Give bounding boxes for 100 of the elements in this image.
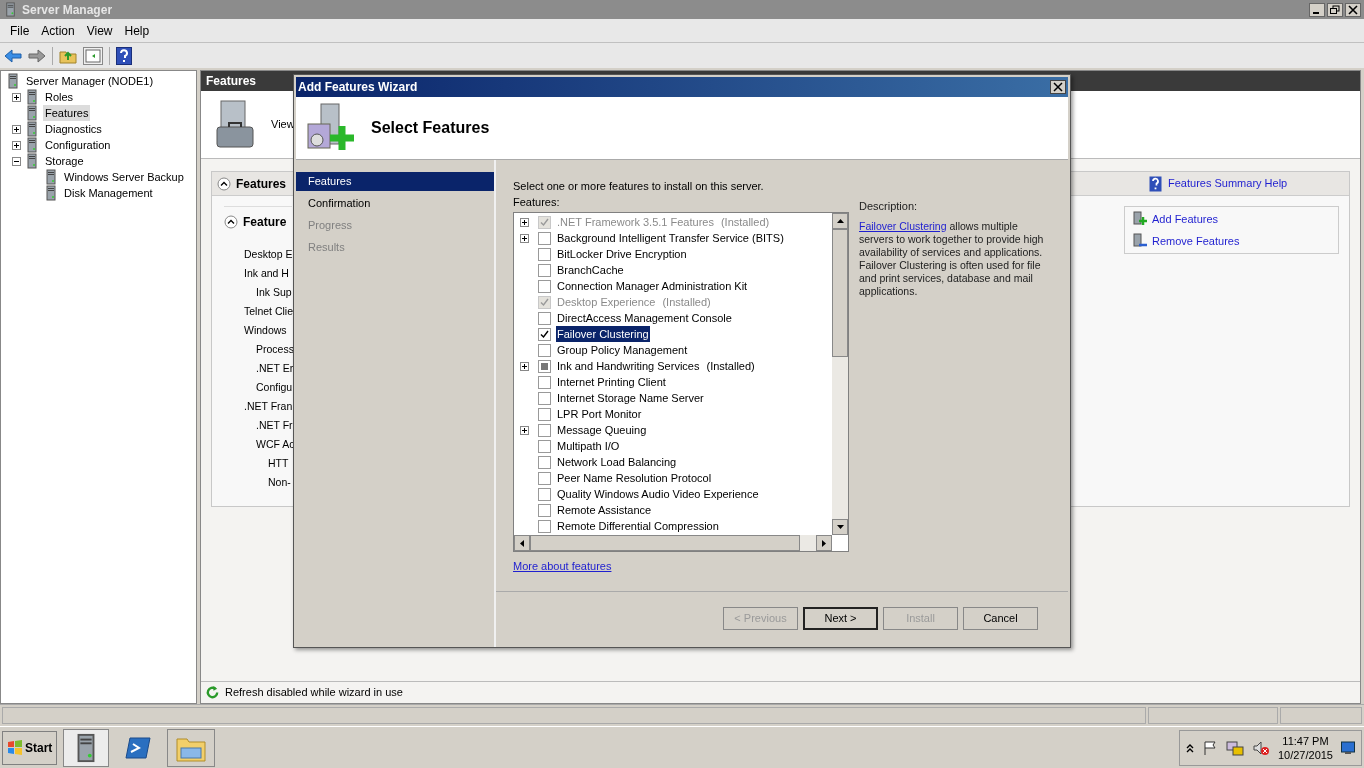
- checkbox[interactable]: [538, 423, 551, 437]
- feature-label[interactable]: Internet Storage Name Server: [556, 389, 705, 407]
- checkbox[interactable]: [538, 503, 551, 517]
- up-arrow-icon[interactable]: [836, 219, 844, 223]
- help-icon[interactable]: [116, 46, 132, 65]
- checkbox[interactable]: [538, 279, 551, 293]
- feature-label[interactable]: Connection Manager Administration Kit: [556, 277, 749, 295]
- checkbox[interactable]: [538, 439, 551, 453]
- server-icon: [24, 153, 40, 169]
- action-link[interactable]: Add Features: [1152, 211, 1219, 228]
- instruction-text: Select one or more features to install on this server.: [513, 179, 765, 194]
- description-link[interactable]: Failover Clustering: [859, 219, 947, 232]
- vertical-scrollbar[interactable]: [832, 213, 848, 535]
- start-button[interactable]: Start: [2, 730, 58, 765]
- chevron-up-icon[interactable]: [1185, 742, 1194, 753]
- description-label: Description:: [859, 199, 919, 214]
- restore-icon[interactable]: [1327, 2, 1343, 17]
- tree-item[interactable]: Disk Management: [62, 184, 155, 202]
- feature-name: Desktop E: [244, 247, 293, 262]
- feature-label[interactable]: Quality Windows Audio Video Experience: [556, 485, 760, 503]
- wizard-button[interactable]: Cancel: [963, 607, 1038, 630]
- checkbox[interactable]: [538, 519, 551, 533]
- feature-label[interactable]: Multipath I/O: [556, 437, 621, 455]
- feature-label[interactable]: Message Queuing: [556, 421, 648, 439]
- horizontal-scrollbar[interactable]: [514, 535, 832, 551]
- checkbox[interactable]: [538, 375, 551, 389]
- checkbox[interactable]: [538, 343, 551, 357]
- down-arrow-icon[interactable]: [836, 525, 844, 529]
- collapse-icon[interactable]: [217, 176, 231, 191]
- feature-label[interactable]: DirectAccess Management Console: [556, 309, 733, 327]
- server-icon: [43, 185, 59, 201]
- right-arrow-icon[interactable]: [822, 539, 826, 547]
- collapse-icon[interactable]: [224, 215, 238, 229]
- feature-label[interactable]: BranchCache: [556, 261, 625, 279]
- tree-item[interactable]: Roles: [43, 88, 76, 106]
- feature-name: .NET Er: [256, 361, 294, 376]
- expand-icon[interactable]: [12, 140, 21, 150]
- taskbar-app[interactable]: [63, 728, 110, 767]
- status-text: Refresh disabled while wizard in use: [225, 685, 403, 701]
- feature-label[interactable]: Background Intelligent Transfer Service (BITS): [556, 229, 785, 247]
- wizard-step[interactable]: Features: [296, 172, 494, 191]
- checkbox[interactable]: [538, 247, 551, 261]
- feature-label[interactable]: Network Load Balancing: [556, 453, 678, 471]
- checkbox[interactable]: [538, 407, 551, 421]
- feature-label[interactable]: LPR Port Monitor: [556, 405, 643, 423]
- tree-item[interactable]: Storage: [43, 152, 86, 170]
- window-title: Server Manager: [22, 1, 113, 19]
- flag-icon[interactable]: [1201, 739, 1218, 756]
- close-icon[interactable]: [1345, 2, 1361, 17]
- tree-item[interactable]: Features: [43, 104, 91, 122]
- expand-icon[interactable]: [520, 425, 529, 435]
- wizard-step[interactable]: Confirmation: [296, 194, 494, 213]
- speaker-muted-icon[interactable]: [1251, 739, 1270, 756]
- more-link[interactable]: More about features: [513, 558, 849, 575]
- network-icon[interactable]: [1225, 739, 1244, 756]
- tree-item[interactable]: Windows Server Backup: [62, 168, 186, 186]
- left-arrow-icon[interactable]: [520, 539, 524, 547]
- feature-label[interactable]: Ink and Handwriting Services: [556, 357, 701, 375]
- feature-label[interactable]: Remote Assistance: [556, 501, 653, 519]
- close-icon[interactable]: [1050, 80, 1066, 94]
- expand-icon[interactable]: [520, 361, 529, 371]
- help-link[interactable]: Features Summary Help: [1168, 175, 1288, 192]
- checkbox[interactable]: [538, 487, 551, 501]
- checkbox[interactable]: [538, 359, 551, 373]
- feature-label[interactable]: Failover Clustering: [556, 325, 650, 343]
- expand-icon[interactable]: [520, 233, 529, 243]
- checkbox[interactable]: [538, 327, 551, 341]
- feature-label[interactable]: Peer Name Resolution Protocol: [556, 469, 713, 487]
- menu-item[interactable]: Help: [118, 21, 156, 40]
- panel-toggle-icon[interactable]: [83, 46, 103, 65]
- tree-item[interactable]: Diagnostics: [43, 120, 104, 138]
- menu-item[interactable]: File: [4, 21, 36, 40]
- back-arrow-icon[interactable]: [4, 47, 22, 64]
- clock-time[interactable]: 11:47 PM: [1282, 733, 1329, 748]
- tree-item[interactable]: Configuration: [43, 136, 113, 154]
- feature-label[interactable]: Remote Differential Compression: [556, 517, 720, 535]
- checkbox[interactable]: [538, 455, 551, 469]
- action-link[interactable]: Remove Features: [1152, 232, 1240, 249]
- expand-icon[interactable]: [12, 92, 21, 102]
- server-icon: [24, 121, 40, 137]
- checkbox[interactable]: [538, 231, 551, 245]
- checkbox[interactable]: [538, 311, 551, 325]
- clock-date[interactable]: 10/27/2015: [1277, 747, 1333, 762]
- checkbox[interactable]: [538, 263, 551, 277]
- tree-item[interactable]: Server Manager (NODE1): [24, 72, 156, 90]
- wizard-button[interactable]: Next >: [803, 607, 878, 630]
- checkbox[interactable]: [538, 391, 551, 405]
- checkbox[interactable]: [538, 471, 551, 485]
- minimize-icon[interactable]: [1309, 2, 1325, 17]
- feature-label[interactable]: Internet Printing Client: [556, 373, 667, 391]
- monitor-icon[interactable]: [1341, 740, 1355, 755]
- feature-label[interactable]: Group Policy Management: [556, 341, 689, 359]
- feature-label[interactable]: BitLocker Drive Encryption: [556, 245, 688, 263]
- collapse-icon[interactable]: [12, 156, 21, 166]
- expand-icon[interactable]: [12, 124, 21, 134]
- section-title: Features: [236, 175, 287, 193]
- feature-name: .NET Fr: [256, 418, 293, 433]
- forward-arrow-icon[interactable]: [28, 47, 46, 64]
- menu-item[interactable]: View: [80, 21, 119, 40]
- menu-item[interactable]: Action: [35, 21, 81, 40]
